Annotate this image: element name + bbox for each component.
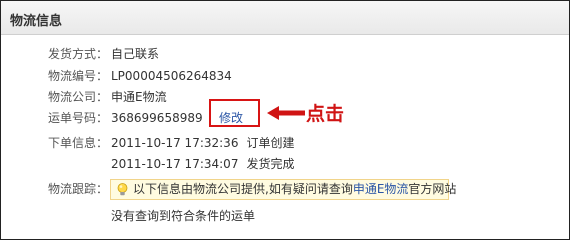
tracking-tip: 以下信息由物流公司提供,如有疑问请查询申通E物流官方网站 xyxy=(110,179,456,202)
edit-waybill-link[interactable]: 修改 xyxy=(219,110,243,126)
left-arrow-icon xyxy=(267,105,305,124)
order-status-1: 订单创建 xyxy=(246,136,295,150)
order-status-2: 发货完成 xyxy=(246,157,295,171)
tip-prefix: 以下信息由物流公司提供,如有疑问请查询 xyxy=(133,182,353,196)
logistics-number-label: 物流编号： xyxy=(48,69,109,83)
order-entry-1: 2011-10-17 17:32:36 订单创建 xyxy=(111,135,294,151)
no-result-message: 没有查询到符合条件的运单 xyxy=(111,209,256,223)
order-info-label: 下单信息： xyxy=(48,136,109,150)
order-time-1: 2011-10-17 17:32:36 xyxy=(111,136,239,150)
lightbulb-icon xyxy=(117,183,128,202)
carrier-value: 申通E物流 xyxy=(111,90,167,104)
ship-method-label: 发货方式： xyxy=(48,47,109,61)
carrier-label: 物流公司： xyxy=(48,90,109,104)
waybill-number: 368699658989 xyxy=(111,111,203,125)
panel-header: 物流信息 xyxy=(1,1,569,35)
order-entry-2: 2011-10-17 17:34:07 发货完成 xyxy=(111,156,294,172)
panel-title: 物流信息 xyxy=(10,14,63,29)
logistics-number-value: LP00004506264834 xyxy=(111,69,232,83)
click-annotation: 点击 xyxy=(306,103,345,125)
ship-method-value: 自己联系 xyxy=(111,47,160,61)
tip-text: 以下信息由物流公司提供,如有疑问请查询申通E物流官方网站 xyxy=(133,180,456,199)
carrier-website-link[interactable]: 申通E物流 xyxy=(353,182,409,196)
waybill-label: 运单号码： xyxy=(48,111,109,125)
logistics-panel: 物流信息 发货方式： 自己联系 物流编号： LP00004506264834 物… xyxy=(0,0,570,240)
tracking-label: 物流跟踪： xyxy=(48,182,109,196)
order-time-2: 2011-10-17 17:34:07 xyxy=(111,157,239,171)
tip-suffix: 官方网站 xyxy=(408,182,457,196)
